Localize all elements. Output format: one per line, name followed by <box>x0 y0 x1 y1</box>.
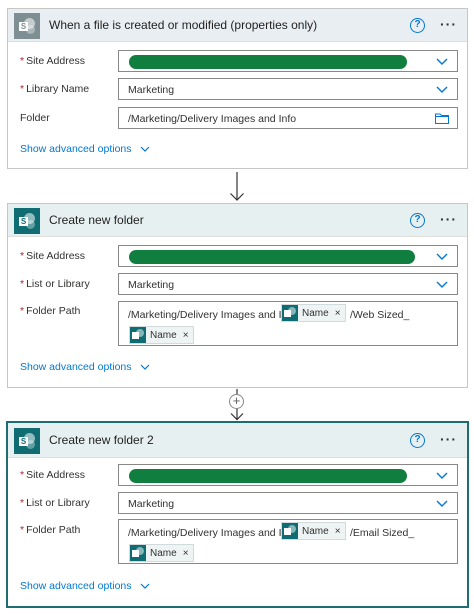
dynamic-content-token[interactable]: Name × <box>129 544 194 562</box>
folder-icon[interactable] <box>435 113 449 124</box>
more-options-icon[interactable]: ··· <box>440 211 457 227</box>
more-options-icon[interactable]: ··· <box>440 16 457 32</box>
list-library-dropdown[interactable]: Marketing <box>118 273 458 295</box>
chevron-down-icon <box>140 583 150 590</box>
folder-path-text: /Email Sized_ <box>350 527 415 539</box>
list-library-dropdown[interactable]: Marketing <box>118 492 458 514</box>
help-icon[interactable]: ? <box>410 433 425 448</box>
show-advanced-options-link[interactable]: Show advanced options <box>20 143 150 155</box>
card-header[interactable]: S When a file is created or modified (pr… <box>8 9 467 42</box>
list-library-value: Marketing <box>128 498 175 510</box>
folder-path-input[interactable]: /Marketing/Delivery Images and Info/ Nam… <box>118 301 458 346</box>
redacted-value <box>129 55 407 69</box>
site-address-label: * Site Address <box>20 469 86 481</box>
site-address-dropdown[interactable] <box>118 245 458 267</box>
chevron-down-icon[interactable] <box>436 278 448 290</box>
redacted-value <box>129 469 407 483</box>
folder-path-text: /Marketing/Delivery Images and Info/ <box>128 527 299 539</box>
insert-step-button[interactable]: + <box>229 394 244 409</box>
library-name-dropdown[interactable]: Marketing <box>118 78 458 100</box>
folder-path-label: * Folder Path <box>20 305 81 317</box>
close-icon[interactable]: × <box>183 548 189 559</box>
create-folder-2-card[interactable]: S Create new folder 2 ? ··· * Site Addres… <box>6 421 469 608</box>
card-title[interactable]: Create new folder <box>49 213 144 227</box>
sharepoint-icon: S <box>14 208 40 234</box>
token-label: Name <box>302 525 329 537</box>
chevron-down-icon[interactable] <box>436 83 448 95</box>
chevron-down-icon <box>140 364 150 371</box>
site-address-dropdown[interactable] <box>118 464 458 486</box>
sharepoint-icon: S <box>14 13 40 39</box>
more-options-icon[interactable]: ··· <box>440 431 457 447</box>
site-address-label: * Site Address <box>20 250 86 262</box>
token-label: Name <box>302 307 329 319</box>
site-address-label: * Site Address <box>20 55 86 67</box>
sharepoint-icon <box>282 305 298 321</box>
dynamic-content-token[interactable]: Name × <box>281 522 346 540</box>
close-icon[interactable]: × <box>183 330 189 341</box>
library-name-label: * Library Name <box>20 83 90 95</box>
create-folder-card[interactable]: S Create new folder ? ··· * Site Address … <box>7 203 468 388</box>
show-advanced-options-link[interactable]: Show advanced options <box>20 361 150 373</box>
dynamic-content-token[interactable]: Name × <box>129 326 194 344</box>
arrow-down-icon <box>230 172 244 201</box>
folder-path-text: /Web Sized_ <box>350 309 410 321</box>
card-header[interactable]: S Create new folder ? ··· <box>8 204 467 237</box>
token-label: Name <box>150 547 177 559</box>
folder-path-label: * Folder Path <box>20 524 81 536</box>
sharepoint-icon <box>130 545 146 561</box>
list-library-label: * List or Library <box>20 278 90 290</box>
list-library-label: * List or Library <box>20 497 90 509</box>
close-icon[interactable]: × <box>335 308 341 319</box>
sharepoint-icon <box>282 523 298 539</box>
sharepoint-icon <box>130 327 146 343</box>
site-address-dropdown[interactable] <box>118 50 458 72</box>
card-title[interactable]: When a file is created or modified (prop… <box>49 18 317 32</box>
sharepoint-icon: S <box>14 428 40 454</box>
folder-path-text: /Marketing/Delivery Images and Info/ <box>128 309 299 321</box>
help-icon[interactable]: ? <box>410 213 425 228</box>
folder-path-input[interactable]: /Marketing/Delivery Images and Info/ Nam… <box>118 519 458 564</box>
help-icon[interactable]: ? <box>410 18 425 33</box>
card-header[interactable]: S Create new folder 2 ? ··· <box>8 423 467 458</box>
chevron-down-icon[interactable] <box>436 55 448 67</box>
close-icon[interactable]: × <box>335 526 341 537</box>
trigger-card[interactable]: S When a file is created or modified (pr… <box>7 8 468 169</box>
chevron-down-icon[interactable] <box>436 469 448 481</box>
library-name-value: Marketing <box>128 84 175 96</box>
folder-input[interactable]: /Marketing/Delivery Images and Info <box>118 107 458 129</box>
token-label: Name <box>150 329 177 341</box>
folder-label: Folder <box>20 112 50 124</box>
chevron-down-icon <box>140 146 150 153</box>
chevron-down-icon[interactable] <box>436 497 448 509</box>
list-library-value: Marketing <box>128 279 175 291</box>
card-title[interactable]: Create new folder 2 <box>49 433 154 447</box>
chevron-down-icon[interactable] <box>436 250 448 262</box>
redacted-value <box>129 250 415 264</box>
dynamic-content-token[interactable]: Name × <box>281 304 346 322</box>
folder-value: /Marketing/Delivery Images and Info <box>128 113 297 125</box>
show-advanced-options-link[interactable]: Show advanced options <box>20 580 150 592</box>
